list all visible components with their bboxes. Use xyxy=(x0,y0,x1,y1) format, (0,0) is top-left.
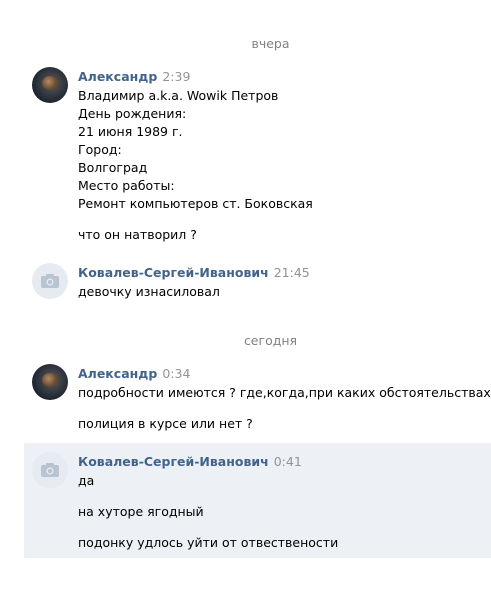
message-text: Волгоград xyxy=(78,160,148,175)
avatar[interactable] xyxy=(32,67,68,103)
message-header: Ковалев-Сергей-Иванович 21:45 xyxy=(78,265,310,280)
message-text: Город: xyxy=(78,142,122,157)
message-text: 21 июня 1989 г. xyxy=(78,124,183,139)
camera-icon xyxy=(41,463,59,477)
message-text: полиция в курсе или нет ? xyxy=(78,416,253,431)
message-text: Ремонт компьютеров ст. Боковская xyxy=(78,196,313,211)
author-name[interactable]: Александр xyxy=(78,366,157,381)
avatar[interactable] xyxy=(32,452,68,488)
message-text: что он натворил ? xyxy=(78,227,197,242)
date-separator-yesterday: вчера xyxy=(251,36,290,51)
message-text: да xyxy=(78,473,95,488)
message-text: День рождения: xyxy=(78,106,187,121)
message-group: Ковалев-Сергей-Иванович 21:45 девочку изн… xyxy=(24,258,491,308)
message-text: подробности имеются ? где,когда,при каки… xyxy=(78,385,491,400)
message-text: Место работы: xyxy=(78,178,175,193)
message-time[interactable]: 0:34 xyxy=(162,366,190,381)
author-name[interactable]: Ковалев-Сергей-Иванович xyxy=(78,265,269,280)
message-text: Владимир a.k.a. Wowik Петров xyxy=(78,88,279,103)
message-header: Александр 0:34 xyxy=(78,366,190,381)
date-separator-today: сегодня xyxy=(243,333,298,348)
message-time[interactable]: 21:45 xyxy=(274,265,310,280)
message-group: Александр 0:34 подробности имеются ? где,… xyxy=(24,359,491,439)
message-time[interactable]: 0:41 xyxy=(274,454,302,469)
message-text: подонку удлось уйти от отвествености xyxy=(78,535,339,550)
message-time[interactable]: 2:39 xyxy=(162,69,190,84)
message-header: Ковалев-Сергей-Иванович 0:41 xyxy=(78,454,302,469)
avatar[interactable] xyxy=(32,263,68,299)
message-text: на хуторе ягодный xyxy=(78,504,204,519)
author-name[interactable]: Александр xyxy=(78,69,157,84)
message-group-selected[interactable]: Ковалев-Сергей-Иванович 0:41 да на хуторе… xyxy=(24,443,491,558)
author-name[interactable]: Ковалев-Сергей-Иванович xyxy=(78,454,269,469)
message-group: Александр 2:39 Владимир a.k.a. Wowik Петр… xyxy=(24,62,491,252)
message-header: Александр 2:39 xyxy=(78,69,190,84)
message-text: девочку изнасиловал xyxy=(78,284,220,299)
avatar[interactable] xyxy=(32,364,68,400)
camera-icon xyxy=(41,274,59,288)
